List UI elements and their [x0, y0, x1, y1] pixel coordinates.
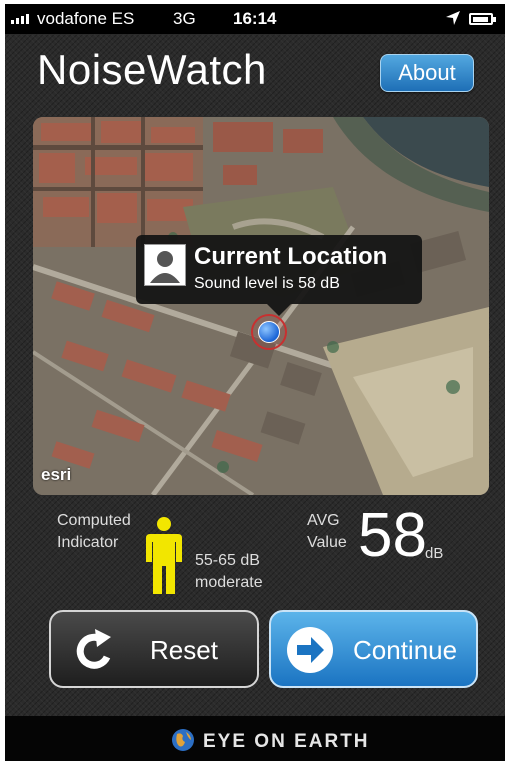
range-level: moderate	[195, 574, 263, 591]
globe-icon	[171, 728, 195, 757]
reset-button[interactable]: Reset	[49, 610, 259, 688]
avg-label-line2: Value	[307, 534, 347, 551]
indicator-label-line1: Computed	[57, 512, 131, 529]
location-arrow-icon	[445, 10, 461, 31]
arrow-right-icon	[285, 625, 335, 682]
callout-title: Current Location	[194, 243, 388, 270]
noise-range: 55-65 dB moderate	[195, 550, 263, 594]
location-callout[interactable]: Current Location Sound level is 58 dB	[136, 235, 422, 316]
app-title: NoiseWatch	[37, 46, 267, 93]
map-attribution: esri	[41, 465, 72, 484]
callout-subtitle: Sound level is 58 dB	[194, 275, 340, 292]
network-type: 3G	[173, 9, 196, 28]
avg-value: 58	[358, 501, 427, 570]
avg-label-line1: AVG	[307, 512, 340, 529]
continue-button[interactable]: Continue	[269, 610, 478, 688]
signal-icon	[11, 14, 29, 24]
phone-screen: vodafone ES 3G 16:14 NoiseWatch About es…	[5, 4, 505, 761]
reset-icon	[71, 627, 119, 682]
person-icon	[145, 516, 183, 599]
footer-bar: EYE ON EARTH	[5, 716, 505, 761]
indicator-label-line2: Indicator	[57, 534, 119, 551]
avatar-icon	[144, 244, 186, 286]
avg-unit: dB	[425, 545, 444, 562]
range-value: 55-65 dB	[195, 552, 260, 569]
map-view[interactable]: esri Current Location Sound level is 58 …	[33, 117, 489, 495]
continue-label: Continue	[353, 635, 458, 665]
location-pin-icon[interactable]	[251, 314, 287, 350]
computed-indicator-label: Computed Indicator	[57, 510, 131, 554]
brand-name: EYE ON EARTH	[203, 731, 370, 752]
about-button[interactable]: About	[380, 54, 474, 92]
status-bar: vodafone ES 3G 16:14	[5, 4, 505, 34]
satellite-imagery	[33, 117, 489, 495]
avg-value-label: AVG Value	[307, 510, 347, 554]
battery-icon	[469, 13, 496, 25]
reset-label: Reset	[150, 635, 218, 665]
clock: 16:14	[233, 9, 277, 28]
carrier-name: vodafone ES	[37, 9, 135, 28]
